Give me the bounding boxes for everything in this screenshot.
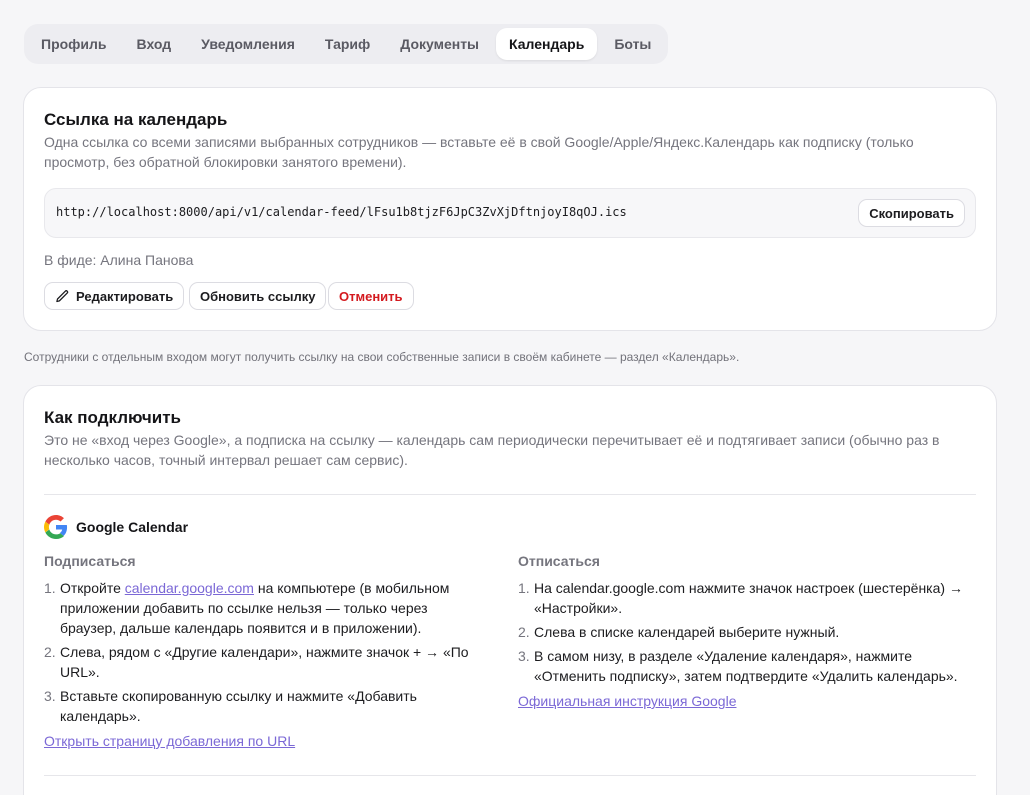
- open-add-by-url-link[interactable]: Открыть страницу добавления по URL: [44, 733, 295, 749]
- feed-url[interactable]: http://localhost:8000/api/v1/calendar-fe…: [56, 205, 627, 219]
- pencil-icon: [56, 289, 69, 302]
- tab-calendar[interactable]: Календарь: [496, 28, 598, 60]
- subscribe-heading: Подписаться: [44, 553, 136, 569]
- official-google-instructions-link[interactable]: Официальная инструкция Google: [518, 693, 736, 709]
- list-item: 3. В самом низу, в разделе «Удаление кал…: [518, 646, 978, 686]
- list-item: 2. Слева, рядом с «Другие календари», на…: [44, 642, 484, 682]
- unsubscribe-heading: Отписаться: [518, 553, 600, 569]
- provider-name: Google Calendar: [76, 519, 189, 535]
- step-number: 1.: [44, 580, 56, 596]
- settings-tabs: Профиль Вход Уведомления Тариф Документы…: [24, 24, 669, 64]
- tab-notifications[interactable]: Уведомления: [188, 28, 308, 60]
- step-number: 3.: [44, 688, 56, 704]
- divider: [44, 775, 976, 776]
- employee-note: Сотрудники с отдельным входом могут полу…: [24, 350, 740, 364]
- cancel-feed-button[interactable]: Отменить: [328, 282, 414, 310]
- step-number: 2.: [518, 624, 530, 640]
- step-text: Вставьте скопированную ссылку и нажмите …: [60, 688, 417, 724]
- tab-login[interactable]: Вход: [124, 28, 185, 60]
- step-number: 1.: [518, 580, 530, 596]
- card-title: Ссылка на календарь: [44, 110, 228, 129]
- feed-members: В фиде: Алина Панова: [44, 252, 194, 268]
- step-text: На calendar.google.com нажмите значок на…: [534, 580, 963, 616]
- calendar-feed-card: Ссылка на календарь Одна ссылка со всеми…: [23, 87, 997, 331]
- divider: [44, 494, 976, 495]
- google-icon: [44, 515, 68, 539]
- edit-button-label: Редактировать: [76, 288, 174, 304]
- list-item: 2. Слева в списке календарей выберите ну…: [518, 622, 978, 642]
- tab-plan[interactable]: Тариф: [312, 28, 383, 60]
- step-text: В самом низу, в разделе «Удаление календ…: [534, 648, 958, 684]
- how-to-connect-card: Как подключить Это не «вход через Google…: [23, 385, 997, 795]
- subscribe-steps: 1. Откройте calendar.google.com на компь…: [44, 578, 484, 730]
- step-number: 3.: [518, 648, 530, 664]
- tab-profile[interactable]: Профиль: [28, 28, 120, 60]
- card-description: Одна ссылка со всеми записями выбранных …: [44, 134, 914, 170]
- refresh-link-label: Обновить ссылку: [200, 288, 316, 304]
- cancel-feed-label: Отменить: [339, 288, 403, 304]
- card-title: Как подключить: [44, 408, 181, 427]
- tab-bots[interactable]: Боты: [601, 28, 664, 60]
- tab-documents[interactable]: Документы: [387, 28, 492, 60]
- list-item: 1. Откройте calendar.google.com на компь…: [44, 578, 484, 638]
- refresh-link-button[interactable]: Обновить ссылку: [189, 282, 327, 310]
- step-text: Откройте calendar.google.com на компьюте…: [60, 580, 450, 636]
- step-number: 2.: [44, 644, 56, 660]
- feed-url-box: http://localhost:8000/api/v1/calendar-fe…: [44, 188, 976, 238]
- copy-button-label: Скопировать: [869, 205, 954, 221]
- list-item: 1. На calendar.google.com нажмите значок…: [518, 578, 978, 618]
- step-text: Слева, рядом с «Другие календари», нажми…: [60, 644, 469, 680]
- step-text: Слева в списке календарей выберите нужны…: [534, 624, 840, 640]
- unsubscribe-steps: 1. На calendar.google.com нажмите значок…: [518, 578, 978, 690]
- copy-button[interactable]: Скопировать: [858, 199, 965, 227]
- list-item: 3. Вставьте скопированную ссылку и нажми…: [44, 686, 484, 726]
- edit-button[interactable]: Редактировать: [44, 282, 185, 310]
- google-calendar-link[interactable]: calendar.google.com: [125, 580, 254, 596]
- card-description: Это не «вход через Google», а подписка н…: [44, 432, 940, 468]
